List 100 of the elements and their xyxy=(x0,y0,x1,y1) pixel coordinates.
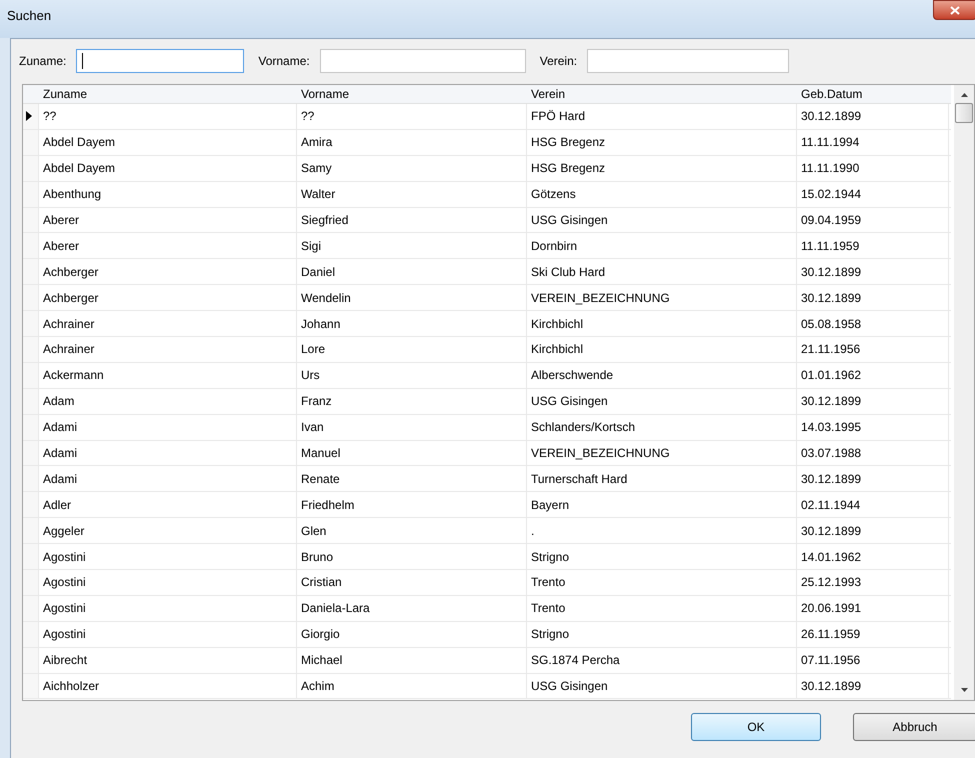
table-cell: Agostini xyxy=(39,596,297,621)
table-cell: Adler xyxy=(39,492,297,518)
scroll-down-icon xyxy=(960,688,968,692)
table-cell: 15.02.1944 xyxy=(797,182,949,207)
table-cell: Manuel xyxy=(297,440,527,466)
table-cell: SG.1874 Percha xyxy=(527,648,797,673)
table-cell: 03.07.1988 xyxy=(797,440,949,466)
table-cell: Trento xyxy=(527,570,797,595)
table-cell: 30.12.1899 xyxy=(797,259,949,284)
table-cell: Wendelin xyxy=(297,285,527,310)
table-cell: Michael xyxy=(297,648,527,673)
table-cell: Dornbirn xyxy=(527,233,797,258)
table-cell: Kirchbichl xyxy=(527,311,797,336)
row-selector[interactable] xyxy=(23,104,39,129)
table-cell: Samy xyxy=(297,156,527,181)
table-cell: Achrainer xyxy=(39,337,297,362)
table-cell: Amira xyxy=(297,130,527,155)
table-cell: Schlanders/Kortsch xyxy=(527,414,797,440)
table-cell: 30.12.1899 xyxy=(797,388,949,414)
table-cell: Achrainer xyxy=(39,311,297,336)
table-cell: Bruno xyxy=(297,544,527,570)
table-cell: 09.04.1959 xyxy=(797,208,949,232)
column-header[interactable]: Zuname xyxy=(39,85,297,103)
table-cell: 30.12.1899 xyxy=(797,518,949,544)
table-cell: Bayern xyxy=(527,492,797,518)
table-cell: Alberschwende xyxy=(527,362,797,388)
table-cell: Agostini xyxy=(39,544,297,570)
close-icon xyxy=(950,6,960,14)
table-cell: 14.03.1995 xyxy=(797,414,949,440)
table-cell: HSG Bregenz xyxy=(527,156,797,181)
table-cell: Lore xyxy=(297,337,527,362)
window-title: Suchen xyxy=(7,7,52,25)
table-cell: VEREIN_BEZEICHNUNG xyxy=(527,285,797,310)
table-cell: Aberer xyxy=(39,233,297,258)
column-header[interactable]: Vorname xyxy=(297,85,527,103)
table-cell: Abdel Dayem xyxy=(39,156,297,181)
table-cell: Adami xyxy=(39,414,297,440)
close-button[interactable] xyxy=(933,0,975,20)
table-cell: 30.12.1899 xyxy=(797,285,949,310)
table-cell: 05.08.1958 xyxy=(797,311,949,336)
table-cell: Siegfried xyxy=(297,208,527,232)
table-cell: FPÖ Hard xyxy=(527,104,797,129)
table-cell: 30.12.1899 xyxy=(797,674,949,698)
table-cell: Turnerschaft Hard xyxy=(527,466,797,492)
table-cell: USG Gisingen xyxy=(527,388,797,414)
table-cell: 21.11.1956 xyxy=(797,337,949,362)
table-cell: Aichholzer xyxy=(39,674,297,698)
table-cell: Agostini xyxy=(39,570,297,595)
table-cell: Adami xyxy=(39,466,297,492)
table-cell: 11.11.1994 xyxy=(797,130,949,155)
table-cell: Glen xyxy=(297,518,527,544)
table-cell: ?? xyxy=(39,104,297,129)
table-cell: Aberer xyxy=(39,208,297,232)
table-cell: Kirchbichl xyxy=(527,337,797,362)
table-cell: ?? xyxy=(297,104,527,129)
table-cell: Giorgio xyxy=(297,622,527,647)
table-cell: Abenthung xyxy=(39,182,297,207)
text-cursor xyxy=(82,53,84,69)
column-header[interactable]: Geb.Datum xyxy=(797,85,949,103)
table-cell: Götzens xyxy=(527,182,797,207)
table-cell: Ackermann xyxy=(39,362,297,388)
table-cell: Walter xyxy=(297,182,527,207)
table-cell: 20.06.1991 xyxy=(797,596,949,621)
table-cell: USG Gisingen xyxy=(527,674,797,698)
table-cell: HSG Bregenz xyxy=(527,130,797,155)
table-cell: 02.11.1944 xyxy=(797,492,949,518)
filter-field[interactable] xyxy=(587,49,790,73)
table-cell: 26.11.1959 xyxy=(797,622,949,647)
table-cell: 11.11.1990 xyxy=(797,156,949,181)
scrollbar[interactable] xyxy=(954,85,974,700)
table-cell: VEREIN_BEZEICHNUNG xyxy=(527,440,797,466)
table-cell: Franz xyxy=(297,388,527,414)
table-cell: 30.12.1899 xyxy=(797,104,949,129)
row-pointer-icon xyxy=(26,111,32,122)
table-cell: 14.01.1962 xyxy=(797,544,949,570)
table-cell: Renate xyxy=(297,466,527,492)
column-header[interactable]: Verein xyxy=(527,85,797,103)
table-cell: Adami xyxy=(39,440,297,466)
table-cell: Daniela-Lara xyxy=(297,596,527,621)
filter-field[interactable] xyxy=(76,49,244,73)
table-cell: Agostini xyxy=(39,622,297,647)
scroll-thumb[interactable] xyxy=(955,103,973,123)
dialog-button[interactable]: OK xyxy=(691,713,821,741)
table-cell: Ski Club Hard xyxy=(527,259,797,284)
table-cell: . xyxy=(527,518,797,544)
table-cell: Aibrecht xyxy=(39,648,297,673)
dialog-button[interactable]: Abbruch xyxy=(853,713,975,741)
table-cell: Sigi xyxy=(297,233,527,258)
scroll-up-icon xyxy=(960,93,968,97)
table-cell: Cristian xyxy=(297,570,527,595)
table-cell: 01.01.1962 xyxy=(797,362,949,388)
table-cell: Strigno xyxy=(527,622,797,647)
table-cell: USG Gisingen xyxy=(527,208,797,232)
table-cell: 30.12.1899 xyxy=(797,466,949,492)
table-cell: Ivan xyxy=(297,414,527,440)
table-cell: Friedhelm xyxy=(297,492,527,518)
filter-field[interactable] xyxy=(320,49,526,73)
filter-label: Zuname: xyxy=(19,53,66,70)
table-cell: 25.12.1993 xyxy=(797,570,949,595)
table-cell: Johann xyxy=(297,311,527,336)
